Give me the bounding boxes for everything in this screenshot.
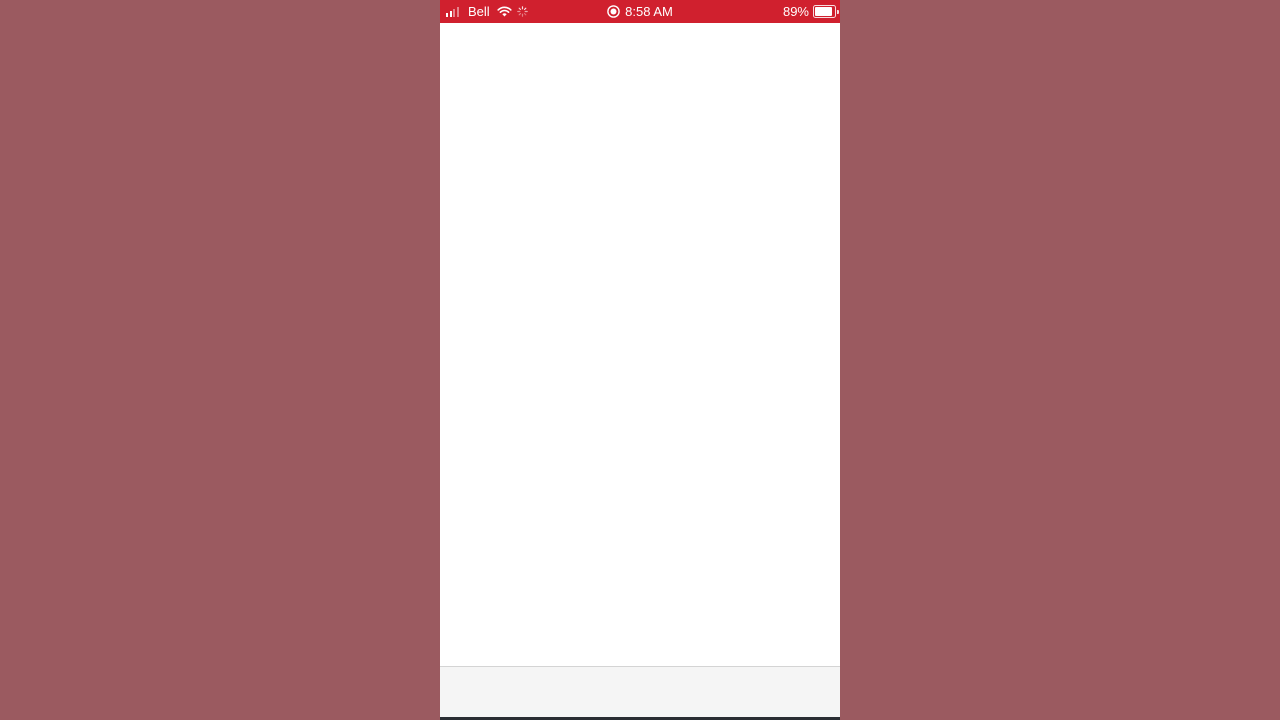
bottom-toolbar <box>440 666 840 717</box>
screen-recording-icon <box>607 5 620 18</box>
status-bar: Bell 8:58 AM 89% <box>440 0 840 23</box>
status-right-group: 89% <box>783 0 840 23</box>
status-time: 8:58 AM <box>625 4 673 19</box>
status-center-group: 8:58 AM <box>440 0 840 23</box>
battery-percentage: 89% <box>782 4 809 19</box>
phone-screen: Bell 8:58 AM 89% <box>440 0 840 720</box>
battery-icon <box>813 5 840 18</box>
blank-content-area <box>440 23 840 666</box>
